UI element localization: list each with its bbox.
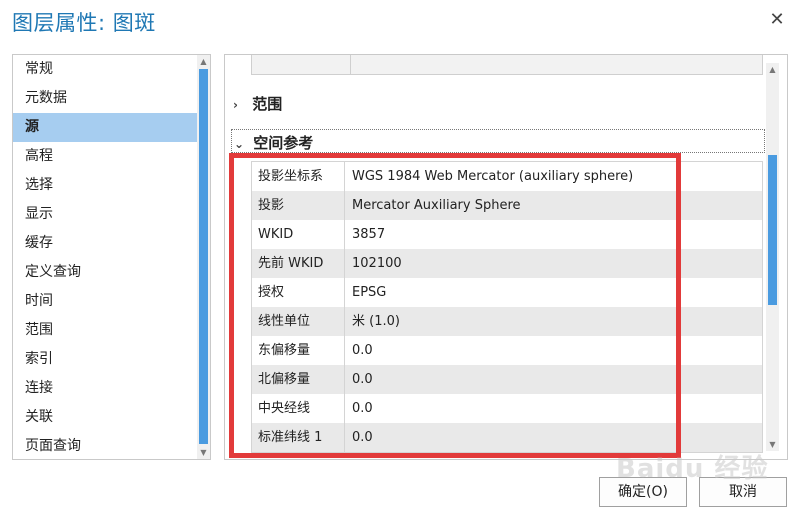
table-row: 先前 WKID 102100	[252, 249, 762, 278]
row-key: 中央经线	[252, 394, 345, 423]
row-value: 0.0	[352, 401, 373, 416]
section-range[interactable]: › 范围	[233, 93, 282, 114]
window-title: 图层属性: 图斑	[12, 11, 156, 35]
title-bar: 图层属性: 图斑 ✕	[0, 0, 800, 44]
nav-item-range[interactable]: 范围	[13, 316, 199, 345]
nav-item-joins[interactable]: 连接	[13, 374, 199, 403]
panel-scroll-thumb[interactable]	[768, 155, 777, 305]
nav-item-elevation[interactable]: 高程	[13, 142, 199, 171]
nav-item-indexes[interactable]: 索引	[13, 345, 199, 374]
nav-item-display[interactable]: 显示	[13, 200, 199, 229]
section-spatial-reference-label: 空间参考	[253, 134, 314, 152]
row-key: 投影	[252, 191, 345, 220]
table-row: 投影 Mercator Auxiliary Sphere	[252, 191, 762, 220]
row-key: 东偏移量	[252, 336, 345, 365]
row-value: 0.0	[352, 343, 373, 358]
row-key: 授权	[252, 278, 345, 307]
row-value: EPSG	[352, 285, 387, 300]
nav-item-time[interactable]: 时间	[13, 287, 199, 316]
nav-item-source[interactable]: 源	[13, 113, 199, 142]
nav-item-definition-query[interactable]: 定义查询	[13, 258, 199, 287]
nav-item-selection[interactable]: 选择	[13, 171, 199, 200]
table-row: 投影坐标系 WGS 1984 Web Mercator (auxiliary s…	[252, 162, 762, 191]
chevron-down-icon: ⌄	[234, 137, 245, 151]
row-value: 3857	[352, 227, 386, 242]
row-key: WKID	[252, 220, 345, 249]
previous-table-edge	[251, 55, 763, 75]
table-row: 北偏移量 0.0	[252, 365, 762, 394]
nav-list: 常规 元数据 源 高程 选择 显示 缓存 定义查询 时间 范围 索引 连接 关联…	[13, 55, 199, 459]
table-row: WKID 3857	[252, 220, 762, 249]
row-key: 北偏移量	[252, 365, 345, 394]
row-value: WGS 1984 Web Mercator (auxiliary sphere)	[352, 169, 634, 184]
section-spatial-reference[interactable]: ⌄ 空间参考	[231, 129, 765, 153]
table-row: 线性单位 米 (1.0)	[252, 307, 762, 336]
scroll-down-icon[interactable]: ▼	[197, 446, 210, 459]
table-row: 标准纬线 1 0.0	[252, 423, 762, 452]
row-key: 标准纬线 1	[252, 423, 345, 452]
table-row: 中央经线 0.0	[252, 394, 762, 423]
row-value: 0.0	[352, 372, 373, 387]
scroll-up-icon[interactable]: ▲	[766, 63, 779, 76]
nav-item-cache[interactable]: 缓存	[13, 229, 199, 258]
close-icon[interactable]: ✕	[768, 11, 786, 29]
row-key: 投影坐标系	[252, 162, 345, 191]
row-value: 102100	[352, 256, 402, 271]
scroll-up-icon[interactable]: ▲	[197, 55, 210, 68]
source-panel: › 范围 ⌄ 空间参考 投影坐标系 WGS 1984 Web Mercator …	[224, 54, 788, 460]
nav-scrollbar[interactable]: ▲ ▼	[197, 55, 210, 459]
row-key: 先前 WKID	[252, 249, 345, 278]
property-nav: 常规 元数据 源 高程 选择 显示 缓存 定义查询 时间 范围 索引 连接 关联…	[12, 54, 211, 460]
table-row: 东偏移量 0.0	[252, 336, 762, 365]
nav-item-page-query[interactable]: 页面查询	[13, 432, 199, 459]
ok-button[interactable]: 确定(O)	[599, 477, 687, 507]
nav-item-relates[interactable]: 关联	[13, 403, 199, 432]
row-value: 米 (1.0)	[352, 314, 400, 329]
cancel-button[interactable]: 取消	[699, 477, 787, 507]
row-value: 0.0	[352, 430, 373, 445]
nav-item-metadata[interactable]: 元数据	[13, 84, 199, 113]
section-range-label: 范围	[252, 95, 283, 113]
nav-item-general[interactable]: 常规	[13, 55, 199, 84]
scroll-down-icon[interactable]: ▼	[766, 438, 779, 451]
panel-scrollbar[interactable]: ▲ ▼	[766, 63, 779, 451]
table-row: 授权 EPSG	[252, 278, 762, 307]
nav-scroll-thumb[interactable]	[199, 69, 208, 444]
row-value: Mercator Auxiliary Sphere	[352, 198, 521, 213]
spatial-reference-table: 投影坐标系 WGS 1984 Web Mercator (auxiliary s…	[251, 161, 763, 453]
chevron-right-icon: ›	[233, 98, 238, 112]
row-key: 线性单位	[252, 307, 345, 336]
